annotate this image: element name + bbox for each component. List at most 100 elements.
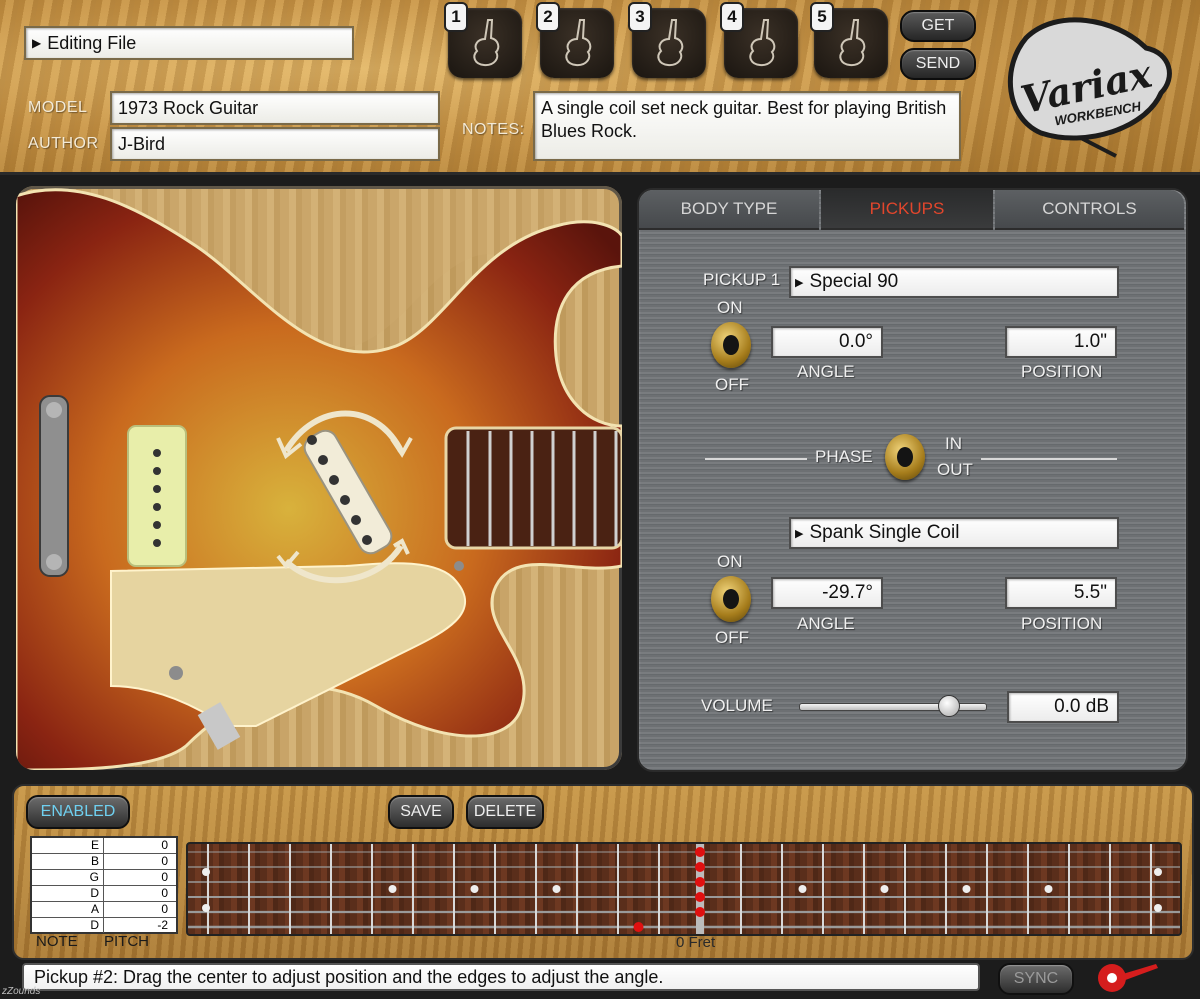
author-label: AUTHOR (28, 135, 99, 152)
preset-number: 2 (536, 2, 560, 32)
tuning-row[interactable]: G0 (32, 870, 176, 886)
preset-button-4[interactable]: 4 (720, 2, 798, 78)
tuning-row[interactable]: A0 (32, 902, 176, 918)
tuning-note: D (32, 918, 104, 933)
pitch-column-header: PITCH (104, 933, 149, 950)
tuning-pitch: -2 (157, 918, 168, 932)
guitar-icon (839, 19, 866, 67)
tuning-note: B (32, 854, 104, 869)
pickup-1-type-value: Special 90 (809, 271, 899, 292)
save-button[interactable]: SAVE (388, 795, 454, 829)
tuning-note: G (32, 870, 104, 885)
phase-toggle[interactable] (885, 434, 925, 480)
fret-inlay-dot (1154, 868, 1162, 876)
current-fret-marker (696, 844, 704, 934)
phase-in-label: IN (945, 434, 962, 453)
preset-button-2[interactable]: 2 (536, 2, 614, 78)
fret-indicator-label: 0 Fret (676, 934, 716, 951)
dropdown-arrow-icon: ▶ (32, 36, 42, 50)
fret-inlay-dot (202, 868, 210, 876)
tuning-pitch: 0 (161, 886, 168, 900)
sync-button[interactable]: SYNC (998, 963, 1074, 995)
tuning-row[interactable]: B0 (32, 854, 176, 870)
guitar-body-illustration (16, 186, 622, 770)
model-field[interactable]: 1973 Rock Guitar (110, 91, 440, 125)
tuning-pitch: 0 (161, 838, 168, 852)
pickup-1-neck (127, 425, 187, 567)
preset-number: 1 (444, 2, 468, 32)
tuning-row[interactable]: D0 (32, 886, 176, 902)
fret-inlay-dot (552, 885, 561, 893)
tab-controls[interactable]: CONTROLS (995, 190, 1184, 230)
get-button[interactable]: GET (900, 10, 976, 42)
delete-button[interactable]: DELETE (466, 795, 544, 829)
pickup-2-angle-field[interactable]: -29.7° (771, 577, 883, 609)
author-field[interactable]: J-Bird (110, 127, 440, 161)
fret-inlay-dot (388, 885, 397, 893)
tuning-pitch: 0 (161, 854, 168, 868)
bridge (39, 395, 69, 577)
tab-body-type[interactable]: BODY TYPE (639, 190, 819, 230)
tuning-pitch: 0 (161, 902, 168, 916)
pickup-2-type-value: Spank Single Coil (809, 522, 960, 543)
fret-note-marker (695, 862, 705, 872)
preset-button-5[interactable]: 5 (810, 2, 888, 78)
send-button[interactable]: SEND (900, 48, 976, 80)
fret-inlay-dot (798, 885, 807, 893)
tuning-row[interactable]: D -2 (32, 918, 176, 933)
pickup-1-type-select[interactable]: ▶ Special 90 (789, 266, 1119, 298)
fret-inlay-dot (1044, 885, 1053, 893)
preset-button-3[interactable]: 3 (628, 2, 706, 78)
pickup-1-angle-label: ANGLE (797, 362, 855, 381)
tuning-pitch: 0 (161, 870, 168, 884)
file-menu-label: Editing File (47, 32, 137, 53)
fret-note-marker (633, 922, 644, 932)
notes-field[interactable]: A single coil set neck guitar. Best for … (533, 91, 961, 161)
notes-text: A single coil set neck guitar. Best for … (541, 98, 947, 141)
tuning-row[interactable]: E0 (32, 838, 176, 854)
fretboard[interactable] (186, 842, 1182, 936)
model-label: MODEL (28, 99, 88, 116)
preset-button-1[interactable]: 1 (444, 2, 522, 78)
pickup-1-label: PICKUP 1 (703, 270, 781, 289)
guitar-icon (749, 19, 776, 67)
volume-value-field[interactable]: 0.0 dB (1007, 691, 1119, 723)
fret-inlay-dot (202, 904, 210, 912)
enabled-button[interactable]: ENABLED (26, 795, 130, 829)
fret-inlay-dot (470, 885, 479, 893)
note-column-header: NOTE (36, 933, 78, 950)
pickup-1-position-label: POSITION (1021, 362, 1103, 381)
tab-pickups[interactable]: PICKUPS (821, 190, 993, 230)
pickup-2-angle-label: ANGLE (797, 614, 855, 633)
dropdown-arrow-icon: ▶ (795, 527, 804, 540)
file-menu[interactable]: ▶ Editing File (24, 26, 354, 60)
status-message: Pickup #2: Drag the center to adjust pos… (34, 966, 664, 987)
preset-number: 4 (720, 2, 744, 32)
fret-note-marker (695, 847, 705, 857)
fret-note-marker (695, 877, 705, 887)
volume-slider-knob[interactable] (937, 695, 960, 717)
preset-number: 3 (628, 2, 652, 32)
pickup-1-angle-field[interactable]: 0.0° (771, 326, 883, 358)
guitar-icon (473, 19, 500, 67)
volume-slider-track[interactable] (799, 695, 987, 717)
pickup-2-type-select[interactable]: ▶ Spank Single Coil (789, 517, 1119, 549)
fret-note-marker (695, 892, 705, 902)
fret-inlay-dot (962, 885, 971, 893)
zzounds-logo-icon (1096, 958, 1160, 994)
notes-label: NOTES: (462, 121, 525, 138)
fret-inlay-dot (880, 885, 889, 893)
brand-text: zZounds (2, 986, 41, 997)
pickup-1-on-off-toggle[interactable] (711, 322, 751, 368)
preset-number: 5 (810, 2, 834, 32)
fretboard-graphic (188, 844, 1180, 934)
variax-logo: Variax WORKBENCH (996, 8, 1182, 158)
phase-divider-left (705, 458, 807, 460)
tuning-note: E (32, 838, 104, 853)
pickup-2-on-off-toggle[interactable] (711, 576, 751, 622)
guitar-icon (657, 19, 684, 67)
status-bar: Pickup #2: Drag the center to adjust pos… (22, 963, 980, 991)
pickup-1-on-label: ON (717, 298, 743, 317)
pickup-1-position-field[interactable]: 1.0" (1005, 326, 1117, 358)
pickup-2-position-field[interactable]: 5.5" (1005, 577, 1117, 609)
